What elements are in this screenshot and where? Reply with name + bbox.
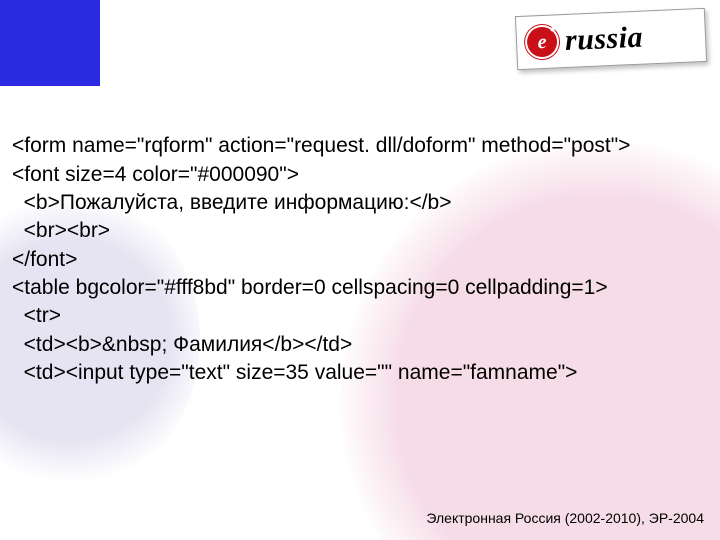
logo-box: e russia — [515, 8, 707, 70]
code-line: </font> — [12, 248, 77, 271]
code-line: <table bgcolor="#fff8bd" border=0 cellsp… — [12, 276, 608, 299]
code-line: <td><input type="text" size=35 value="" … — [12, 361, 577, 384]
footer-text: Электронная Россия (2002-2010), ЭР-2004 — [426, 510, 704, 526]
code-block: <form name="rqform" action="request. dll… — [12, 104, 704, 416]
slide-root: e russia <form name="rqform" action="req… — [0, 0, 720, 540]
code-line: <td><b>&nbsp; Фамилия</b></td> — [12, 333, 352, 356]
code-line: <br><br> — [12, 219, 110, 242]
logo-mark-icon: e — [524, 24, 559, 59]
code-line: <font size=4 color="#000090"> — [12, 163, 299, 186]
code-line: <tr> — [12, 304, 61, 327]
logo-mark-letter: e — [537, 30, 547, 53]
code-line: <form name="rqform" action="request. dll… — [12, 134, 630, 157]
header-blue-bar — [0, 0, 100, 86]
code-line: <b>Пожалуйста, введите информацию:</b> — [12, 191, 452, 214]
logo-text: russia — [564, 21, 643, 58]
